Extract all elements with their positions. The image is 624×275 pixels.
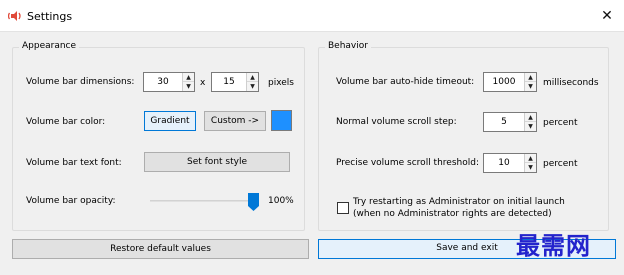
close-icon: ✕ [601, 8, 613, 24]
decrement-arrow-icon[interactable]: ▼ [525, 163, 536, 172]
precise-threshold-unit: percent [543, 159, 578, 169]
normal-step-arrows: ▲ ▼ [524, 113, 536, 131]
autohide-label: Volume bar auto-hide timeout: [336, 77, 475, 87]
behavior-group-title: Behavior [325, 41, 371, 51]
autohide-timeout-stepper[interactable]: 1000 ▲ ▼ [483, 72, 537, 92]
precise-threshold-label: Precise volume scroll threshold: [336, 158, 479, 168]
normal-step-stepper[interactable]: 5 ▲ ▼ [483, 112, 537, 132]
decrement-arrow-icon[interactable]: ▼ [183, 82, 194, 91]
increment-arrow-icon[interactable]: ▲ [183, 73, 194, 82]
bar-height-stepper[interactable]: 15 ▲ ▼ [211, 72, 259, 92]
watermark-logo: 最需网 [516, 231, 591, 260]
color-label: Volume bar color: [26, 117, 106, 127]
bar-width-value: 30 [157, 77, 169, 87]
admin-restart-label-line2[interactable]: (when no Administrator rights are detect… [353, 209, 552, 219]
opacity-label: Volume bar opacity: [26, 196, 116, 206]
window-title: Settings [27, 10, 73, 23]
admin-restart-label-line1[interactable]: Try restarting as Administrator on initi… [353, 197, 565, 207]
title-bar: Settings ✕ [0, 0, 624, 32]
font-label: Volume bar text font: [26, 158, 122, 168]
precise-threshold-stepper[interactable]: 10 ▲ ▼ [483, 153, 537, 173]
decrement-arrow-icon[interactable]: ▼ [525, 82, 536, 91]
restore-defaults-button[interactable]: Restore default values [12, 239, 309, 259]
autohide-arrows: ▲ ▼ [524, 73, 536, 91]
bar-width-arrows: ▲ ▼ [182, 73, 194, 91]
autohide-timeout-value: 1000 [492, 77, 516, 87]
decrement-arrow-icon[interactable]: ▼ [525, 122, 536, 131]
dimensions-label: Volume bar dimensions: [26, 77, 135, 87]
set-font-style-button[interactable]: Set font style [144, 152, 290, 172]
gradient-button[interactable]: Gradient [144, 111, 196, 131]
dimensions-unit: pixels [268, 78, 294, 88]
admin-restart-checkbox[interactable] [337, 202, 349, 214]
bar-height-arrows: ▲ ▼ [246, 73, 258, 91]
normal-step-unit: percent [543, 118, 578, 128]
times-label: x [200, 78, 206, 88]
custom-color-button[interactable]: Custom -> [204, 111, 266, 131]
custom-color-swatch[interactable] [271, 110, 292, 131]
opacity-slider-thumb[interactable] [248, 193, 259, 211]
autohide-unit: milliseconds [543, 78, 599, 88]
precise-threshold-arrows: ▲ ▼ [524, 154, 536, 172]
precise-threshold-value: 10 [498, 158, 510, 168]
increment-arrow-icon[interactable]: ▲ [247, 73, 258, 82]
decrement-arrow-icon[interactable]: ▼ [247, 82, 258, 91]
opacity-slider-track[interactable] [150, 200, 258, 202]
bar-height-value: 15 [223, 77, 235, 87]
close-button[interactable]: ✕ [590, 0, 624, 32]
opacity-value: 100% [268, 196, 294, 206]
increment-arrow-icon[interactable]: ▲ [525, 73, 536, 82]
speaker-volume-icon [7, 9, 24, 23]
normal-step-label: Normal volume scroll step: [336, 117, 457, 127]
normal-step-value: 5 [501, 117, 507, 127]
appearance-group-title: Appearance [19, 41, 80, 51]
increment-arrow-icon[interactable]: ▲ [525, 154, 536, 163]
increment-arrow-icon[interactable]: ▲ [525, 113, 536, 122]
bar-width-stepper[interactable]: 30 ▲ ▼ [143, 72, 195, 92]
